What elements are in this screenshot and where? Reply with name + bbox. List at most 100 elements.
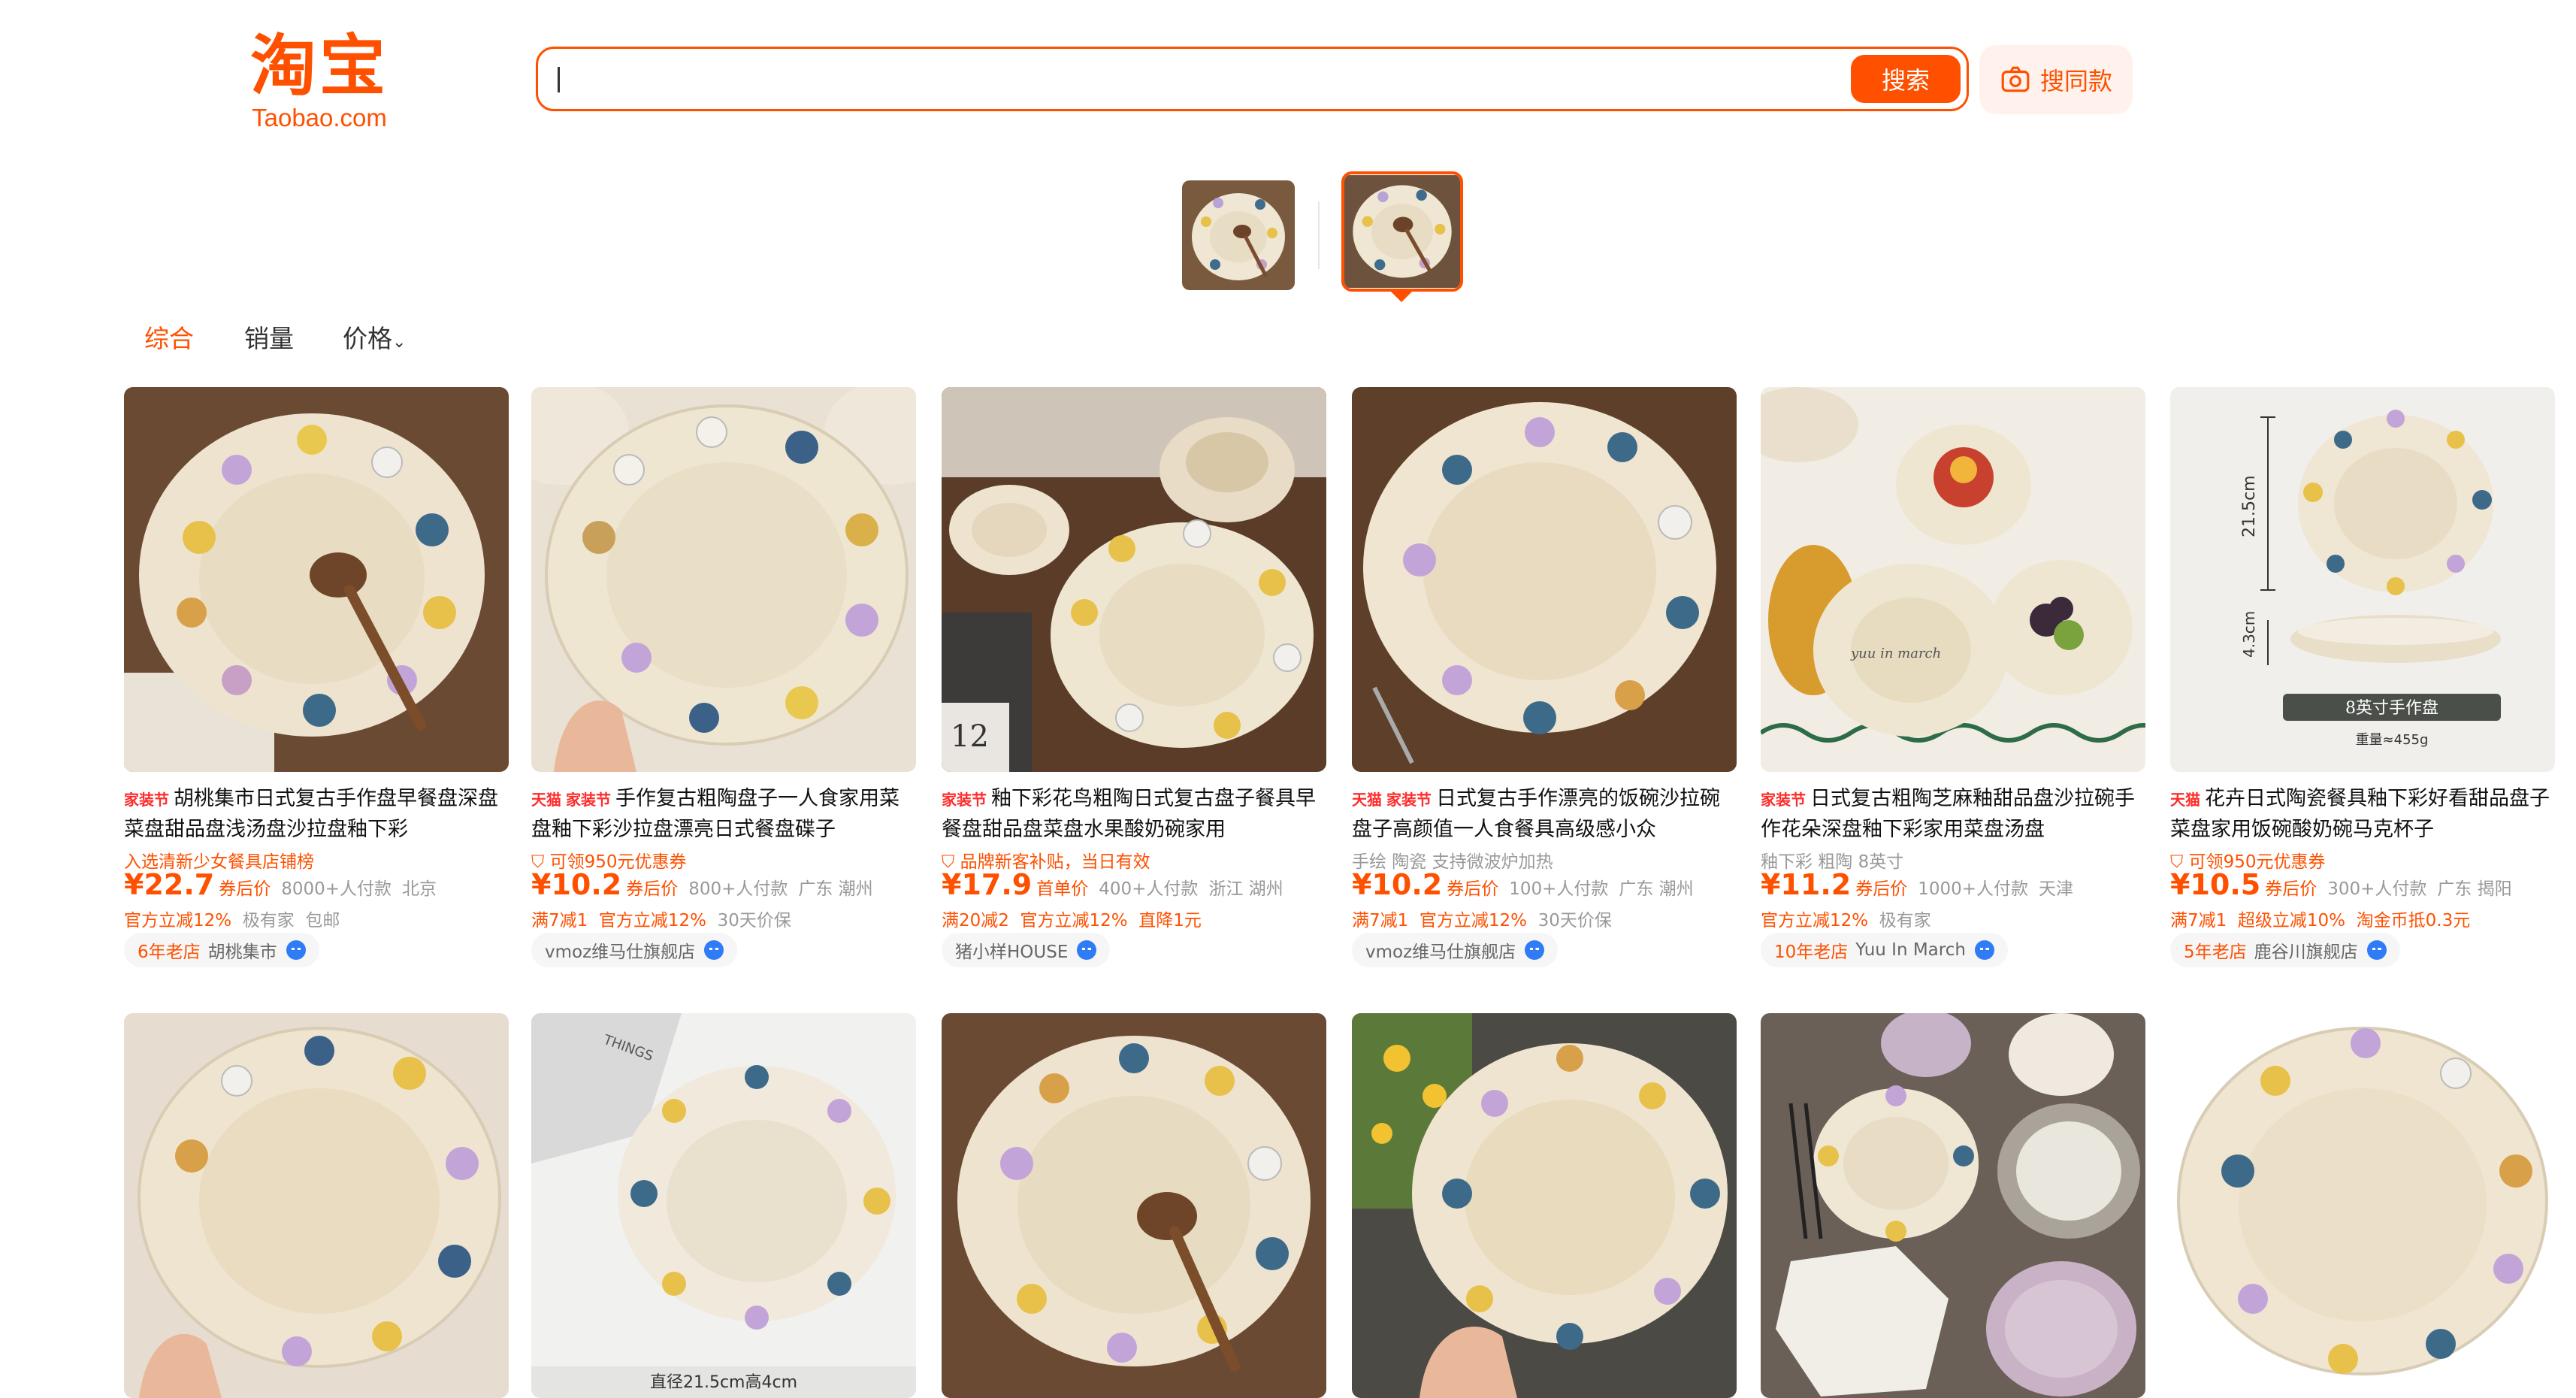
product-title[interactable]: 天猫 花卉日式陶瓷餐具釉下彩好看甜品盘子菜盘家用饭碗酸奶碗马克杯子 [2170,784,2555,844]
search-same-button[interactable]: 搜同款 [1979,45,2133,114]
product-tag: 家装节 [1761,791,1806,809]
product-price: ¥11.2 [1761,868,1852,901]
benefit: 满7减1 [2170,911,2227,930]
benefit: 官方立减12% [598,911,707,930]
shop-link[interactable]: 猪小样HOUSE [942,933,1111,967]
benefit-line: 满7减1 官方立减12% 30天价保 [531,906,791,931]
sort-tab-sales[interactable]: 销量 [244,319,294,355]
product-price: ¥22.7 [124,868,215,901]
product-title[interactable]: 家装节 釉下彩花鸟粗陶日式复古盘子餐具早餐盘甜品盘菜盘水果酸奶碗家用 [942,784,1326,844]
benefit: 满20减2 [942,911,1009,930]
benefit: 直降1元 [1138,911,1202,930]
sold-count: 8000+人付款 [281,879,392,899]
benefit-line: 满7减1 官方立减12% 30天价保 [1352,906,1612,931]
product-price: ¥10.2 [1352,868,1443,901]
shop-name: Yuu In March [1855,940,1966,960]
product-image-dinner-set [1761,1013,2145,1398]
taobao-logo[interactable]: 淘宝 Taobao.com [233,29,406,132]
price-note: 券后价 [219,879,271,899]
chevron-down-icon: ⌄ [392,333,407,352]
shop-link[interactable]: 6年老店 胡桃集市 [124,933,319,967]
wangwang-chat-icon[interactable] [704,940,724,960]
benefit: 官方立减12% [1419,911,1528,930]
product-image[interactable]: yuu in march [1761,387,2145,772]
product-image[interactable] [531,387,916,772]
calendar-number: 12 [951,719,989,754]
logo-english: Taobao.com [252,104,387,132]
benefit-line: 满7减1 超级立减10% 淘金币抵0.3元 [2170,906,2470,931]
sort-tab-comprehensive[interactable]: 综合 [144,319,194,355]
wangwang-chat-icon[interactable] [286,940,306,960]
price-note: 券后价 [2265,879,2317,899]
shop-link[interactable]: vmoz维马仕旗舰店 [1352,933,1559,967]
product-tag: 天猫 [1352,791,1382,809]
product-image[interactable] [942,1013,1326,1398]
product-title[interactable]: 天猫 家装节 日式复古手作漂亮的饭碗沙拉碗盘子高颜值一人食餐具高级感小众 [1352,784,1737,844]
sold-count: 400+人付款 [1099,879,1199,899]
query-image-2-selected[interactable] [1341,171,1463,292]
product-image[interactable]: 21.5cm 4.3cm 8英寸手作盘 重量≈455g [2170,387,2555,772]
product-image-plate-white [2170,1013,2555,1398]
product-image[interactable] [124,1013,509,1398]
product-image[interactable] [124,387,509,772]
query-image-1-picture [1182,180,1295,290]
sort-tab-price-label: 价格 [343,324,392,353]
wangwang-chat-icon[interactable] [1974,940,1994,960]
product-image-plate-spoon [124,387,509,772]
price-note: 券后价 [1447,879,1499,899]
search-input[interactable] [553,59,1773,100]
product-price: ¥10.2 [531,868,622,901]
product-image[interactable] [2170,1013,2555,1398]
product-image[interactable]: 12 [942,387,1326,772]
product-image-dimensions: 21.5cm 4.3cm 8英寸手作盘 重量≈455g [2170,387,2555,772]
search-same-label: 搜同款 [2039,67,2112,95]
sort-tab-price[interactable]: 价格⌄ [343,319,406,355]
product-image[interactable] [1352,1013,1737,1398]
wangwang-chat-icon[interactable] [1525,940,1545,960]
weight-label: 重量≈455g [2356,732,2429,748]
seller-location: 浙江 湖州 [1208,879,1283,899]
product-title-text: 釉下彩花鸟粗陶日式复古盘子餐具早餐盘甜品盘菜盘水果酸奶碗家用 [942,787,1316,841]
benefit-line: 满20减2 官方立减12% 直降1元 [942,906,1202,931]
width-label: 21.5cm [2240,475,2259,537]
benefit: 官方立减12% [1761,911,1869,930]
product-title-text: 花卉日式陶瓷餐具釉下彩好看甜品盘子菜盘家用饭碗酸奶碗马克杯子 [2170,787,2550,841]
camera-icon [2001,66,2030,92]
height-label: 4.3cm [2240,611,2258,658]
product-title[interactable]: 家装节 胡桃集市日式复古手作盘早餐盘深盘菜盘甜品盘浅汤盘沙拉盘釉下彩 [124,784,509,844]
product-tag: 家装节 [942,791,987,809]
product-title[interactable]: 天猫 家装节 手作复古粗陶盘子一人食家用菜盘釉下彩沙拉盘漂亮日式餐盘碟子 [531,784,916,844]
seller-location: 广东 潮州 [1619,879,1694,899]
benefit: 30天价保 [1537,911,1612,930]
wangwang-chat-icon[interactable] [2366,940,2387,960]
shop-link[interactable]: vmoz维马仕旗舰店 [531,933,738,967]
benefit: 包邮 [305,911,340,930]
wangwang-chat-icon[interactable] [1077,940,1097,960]
search-button[interactable]: 搜索 [1851,55,1961,103]
query-image-2-picture [1344,175,1460,288]
product-tag: 家装节 [124,791,169,809]
seller-location: 广东 潮州 [798,879,873,899]
product-title[interactable]: 家装节 日式复古粗陶芝麻釉甜品盘沙拉碗手作花朵深盘釉下彩家用菜盘汤盘 [1761,784,2145,844]
product-image[interactable]: THINGS 直径21.5cm高4cm [531,1013,916,1398]
shop-name: 胡桃集市 [207,943,277,962]
product-image[interactable] [1352,387,1737,772]
product-image-bowl-size: THINGS 直径21.5cm高4cm [531,1013,916,1398]
shop-age: 5年老店 [2184,943,2247,962]
product-image-hand-plate [531,387,916,772]
product-image[interactable] [1761,1013,2145,1398]
search-bar: 搜索 [536,47,1969,111]
price-line: ¥11.2 券后价 1000+人付款 天津 [1761,868,2073,901]
shop-name: vmoz维马仕旗舰店 [545,943,696,962]
product-price: ¥10.5 [2170,868,2261,901]
query-image-1[interactable] [1182,180,1295,290]
product-tag: 天猫 [2170,791,2200,809]
shop-name: 猪小样HOUSE [955,943,1069,962]
benefit: 官方立减12% [1020,911,1128,930]
product-title-text: 日式复古粗陶芝麻釉甜品盘沙拉碗手作花朵深盘釉下彩家用菜盘汤盘 [1761,787,2135,841]
product-tag: 天猫 [531,791,561,809]
shop-link[interactable]: 10年老店 Yuu In March [1761,933,2008,967]
sold-count: 800+人付款 [688,879,788,899]
price-note: 券后价 [626,879,679,899]
shop-link[interactable]: 5年老店 鹿谷川旗舰店 [2170,933,2400,967]
